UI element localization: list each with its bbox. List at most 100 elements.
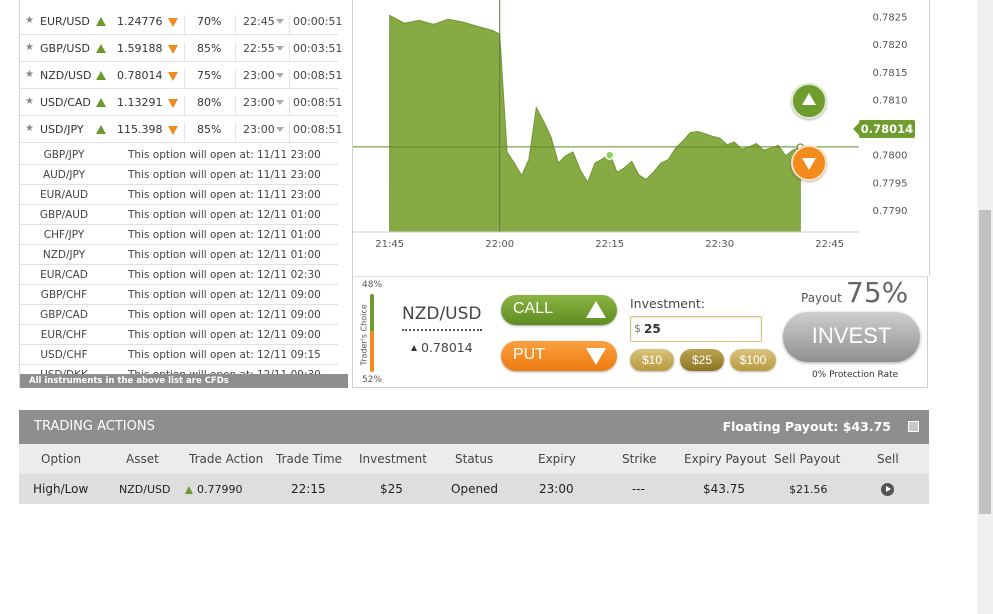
- opening-time-message: This option will open at: 12/11 01:00: [128, 249, 321, 261]
- cell-asset: NZD/USD: [119, 483, 171, 496]
- investment-input[interactable]: $ 25: [630, 316, 762, 342]
- invest-button[interactable]: INVEST: [783, 312, 920, 362]
- cfd-disclaimer: All instruments in the above list are CF…: [20, 374, 348, 388]
- currency-symbol: $: [634, 322, 641, 335]
- closed-instrument-row: GBP/CHF This option will open at: 12/11 0…: [20, 285, 338, 305]
- asset-rate: 0.78014: [411, 340, 473, 355]
- page-scroll-thumb[interactable]: [979, 210, 991, 514]
- instrument-row[interactable]: ★ GBP/USD 1.59188 85% 22:55 00:03:51: [20, 35, 342, 62]
- column-divider: [289, 15, 290, 34]
- favorite-star-icon[interactable]: ★: [25, 69, 34, 80]
- favorite-star-icon[interactable]: ★: [25, 96, 34, 107]
- put-arrow-icon[interactable]: [168, 18, 178, 27]
- instrument-symbol: EUR/USD: [40, 15, 90, 28]
- chart-put-button[interactable]: [791, 145, 827, 181]
- cell-sell-payout: $21.56: [789, 483, 828, 496]
- call-arrow-icon[interactable]: [96, 17, 106, 26]
- sell-button[interactable]: [881, 483, 894, 496]
- col-status: Status: [455, 452, 494, 466]
- y-tick-label: 0.7810: [873, 95, 908, 106]
- instrument-symbol: GBP/CAD: [40, 309, 88, 321]
- favorite-star-icon[interactable]: ★: [25, 42, 34, 53]
- chevron-down-icon[interactable]: [276, 19, 284, 24]
- payout-label: Payout: [801, 291, 842, 305]
- opening-time-message: This option will open at: 11/11 23:00: [128, 189, 321, 201]
- traders-choice-call-fill: [370, 294, 374, 332]
- opening-time-message: This option will open at: 12/11 01:00: [128, 229, 321, 241]
- cell-investment: $25: [380, 482, 403, 496]
- chevron-down-icon[interactable]: [276, 100, 284, 105]
- y-tick-label: 0.7820: [873, 40, 908, 51]
- put-arrow-icon[interactable]: [168, 72, 178, 81]
- instrument-symbol: GBP/JPY: [43, 149, 85, 161]
- time-remaining: 00:03:51: [293, 42, 343, 55]
- closed-instrument-row: GBP/AUD This option will open at: 12/11 0…: [20, 205, 338, 225]
- call-button[interactable]: CALL: [501, 295, 617, 325]
- expiry-select[interactable]: 22:55: [243, 42, 275, 55]
- traders-choice-label: Trader's Choice: [359, 304, 369, 366]
- instrument-symbol: NZD/JPY: [42, 249, 86, 261]
- chevron-down-icon[interactable]: [276, 73, 284, 78]
- arrow-up-icon: [586, 301, 606, 318]
- instrument-payout: 70%: [197, 15, 222, 28]
- opening-time-message: This option will open at: 12/11 02:30: [128, 269, 321, 281]
- quick-amount-25[interactable]: $25: [680, 349, 724, 371]
- column-divider: [289, 123, 290, 142]
- put-arrow-icon[interactable]: [168, 99, 178, 108]
- price-area: [389, 14, 801, 233]
- call-arrow-icon[interactable]: [96, 98, 106, 107]
- instrument-row[interactable]: ★ NZD/USD 0.78014 75% 23:00 00:08:51: [20, 62, 342, 89]
- call-up-icon: [185, 486, 193, 494]
- call-arrow-icon[interactable]: [96, 44, 106, 53]
- payout-value: 75%: [846, 276, 909, 309]
- y-tick-label: 0.7795: [873, 178, 908, 189]
- closed-instrument-row: NZD/JPY This option will open at: 12/11 0…: [20, 245, 338, 265]
- chevron-down-icon[interactable]: [276, 46, 284, 51]
- instrument-row[interactable]: ★ USD/CAD 1.13291 80% 23:00 00:08:51: [20, 89, 342, 116]
- column-divider: [235, 42, 236, 61]
- x-tick-label: 22:45: [815, 239, 844, 250]
- x-tick-label: 22:00: [485, 239, 514, 250]
- expand-icon[interactable]: [908, 421, 919, 432]
- cell-status: Opened: [451, 482, 499, 496]
- trade-action-rate: 0.77990: [197, 483, 243, 496]
- instrument-symbol: USD/CAD: [40, 96, 91, 109]
- asset-selector[interactable]: NZD/USD: [402, 304, 482, 331]
- put-arrow-icon[interactable]: [168, 45, 178, 54]
- put-label: PUT: [513, 346, 545, 363]
- put-button[interactable]: PUT: [501, 341, 617, 371]
- instrument-payout: 80%: [197, 96, 222, 109]
- instrument-price: 1.24776: [117, 15, 163, 28]
- put-arrow-icon[interactable]: [168, 126, 178, 135]
- col-sell-payout: Sell Payout: [774, 452, 841, 466]
- col-investment: Investment: [359, 452, 427, 466]
- expiry-select[interactable]: 23:00: [243, 69, 275, 82]
- quick-amount-10[interactable]: $10: [630, 349, 674, 371]
- column-divider: [184, 123, 185, 142]
- instrument-symbol: GBP/USD: [40, 42, 90, 55]
- expiry-select[interactable]: 23:00: [243, 123, 275, 136]
- cell-trade-time: 22:15: [291, 482, 326, 496]
- call-arrow-icon[interactable]: [96, 71, 106, 80]
- chart-canvas: 0.78250.78200.78150.78100.78050.78000.77…: [353, 0, 908, 250]
- chart-call-button[interactable]: [791, 83, 827, 119]
- page-scrollbar[interactable]: [977, 0, 993, 614]
- chevron-down-icon[interactable]: [276, 127, 284, 132]
- call-label: CALL: [513, 300, 554, 317]
- call-percentage: 48%: [362, 280, 383, 290]
- floating-payout: Floating Payout: $43.75: [722, 419, 891, 434]
- favorite-star-icon[interactable]: ★: [25, 15, 34, 26]
- entry-marker: [604, 150, 615, 160]
- instrument-row[interactable]: ★ EUR/USD 1.24776 70% 22:45 00:00:51: [20, 8, 342, 35]
- col-asset: Asset: [126, 452, 159, 466]
- expiry-select[interactable]: 22:45: [243, 15, 275, 28]
- expiry-select[interactable]: 23:00: [243, 96, 275, 109]
- closed-instrument-row: GBP/CAD This option will open at: 12/11 0…: [20, 305, 338, 325]
- cell-option: High/Low: [33, 482, 89, 496]
- instrument-row[interactable]: ★ USD/JPY 115.398 85% 23:00 00:08:51: [20, 116, 342, 143]
- favorite-star-icon[interactable]: ★: [25, 123, 34, 134]
- quick-amount-100[interactable]: $100: [730, 349, 776, 371]
- price-chart[interactable]: 0.78250.78200.78150.78100.78050.78000.77…: [352, 0, 930, 276]
- call-arrow-icon[interactable]: [96, 125, 106, 134]
- col-option: Option: [41, 452, 82, 466]
